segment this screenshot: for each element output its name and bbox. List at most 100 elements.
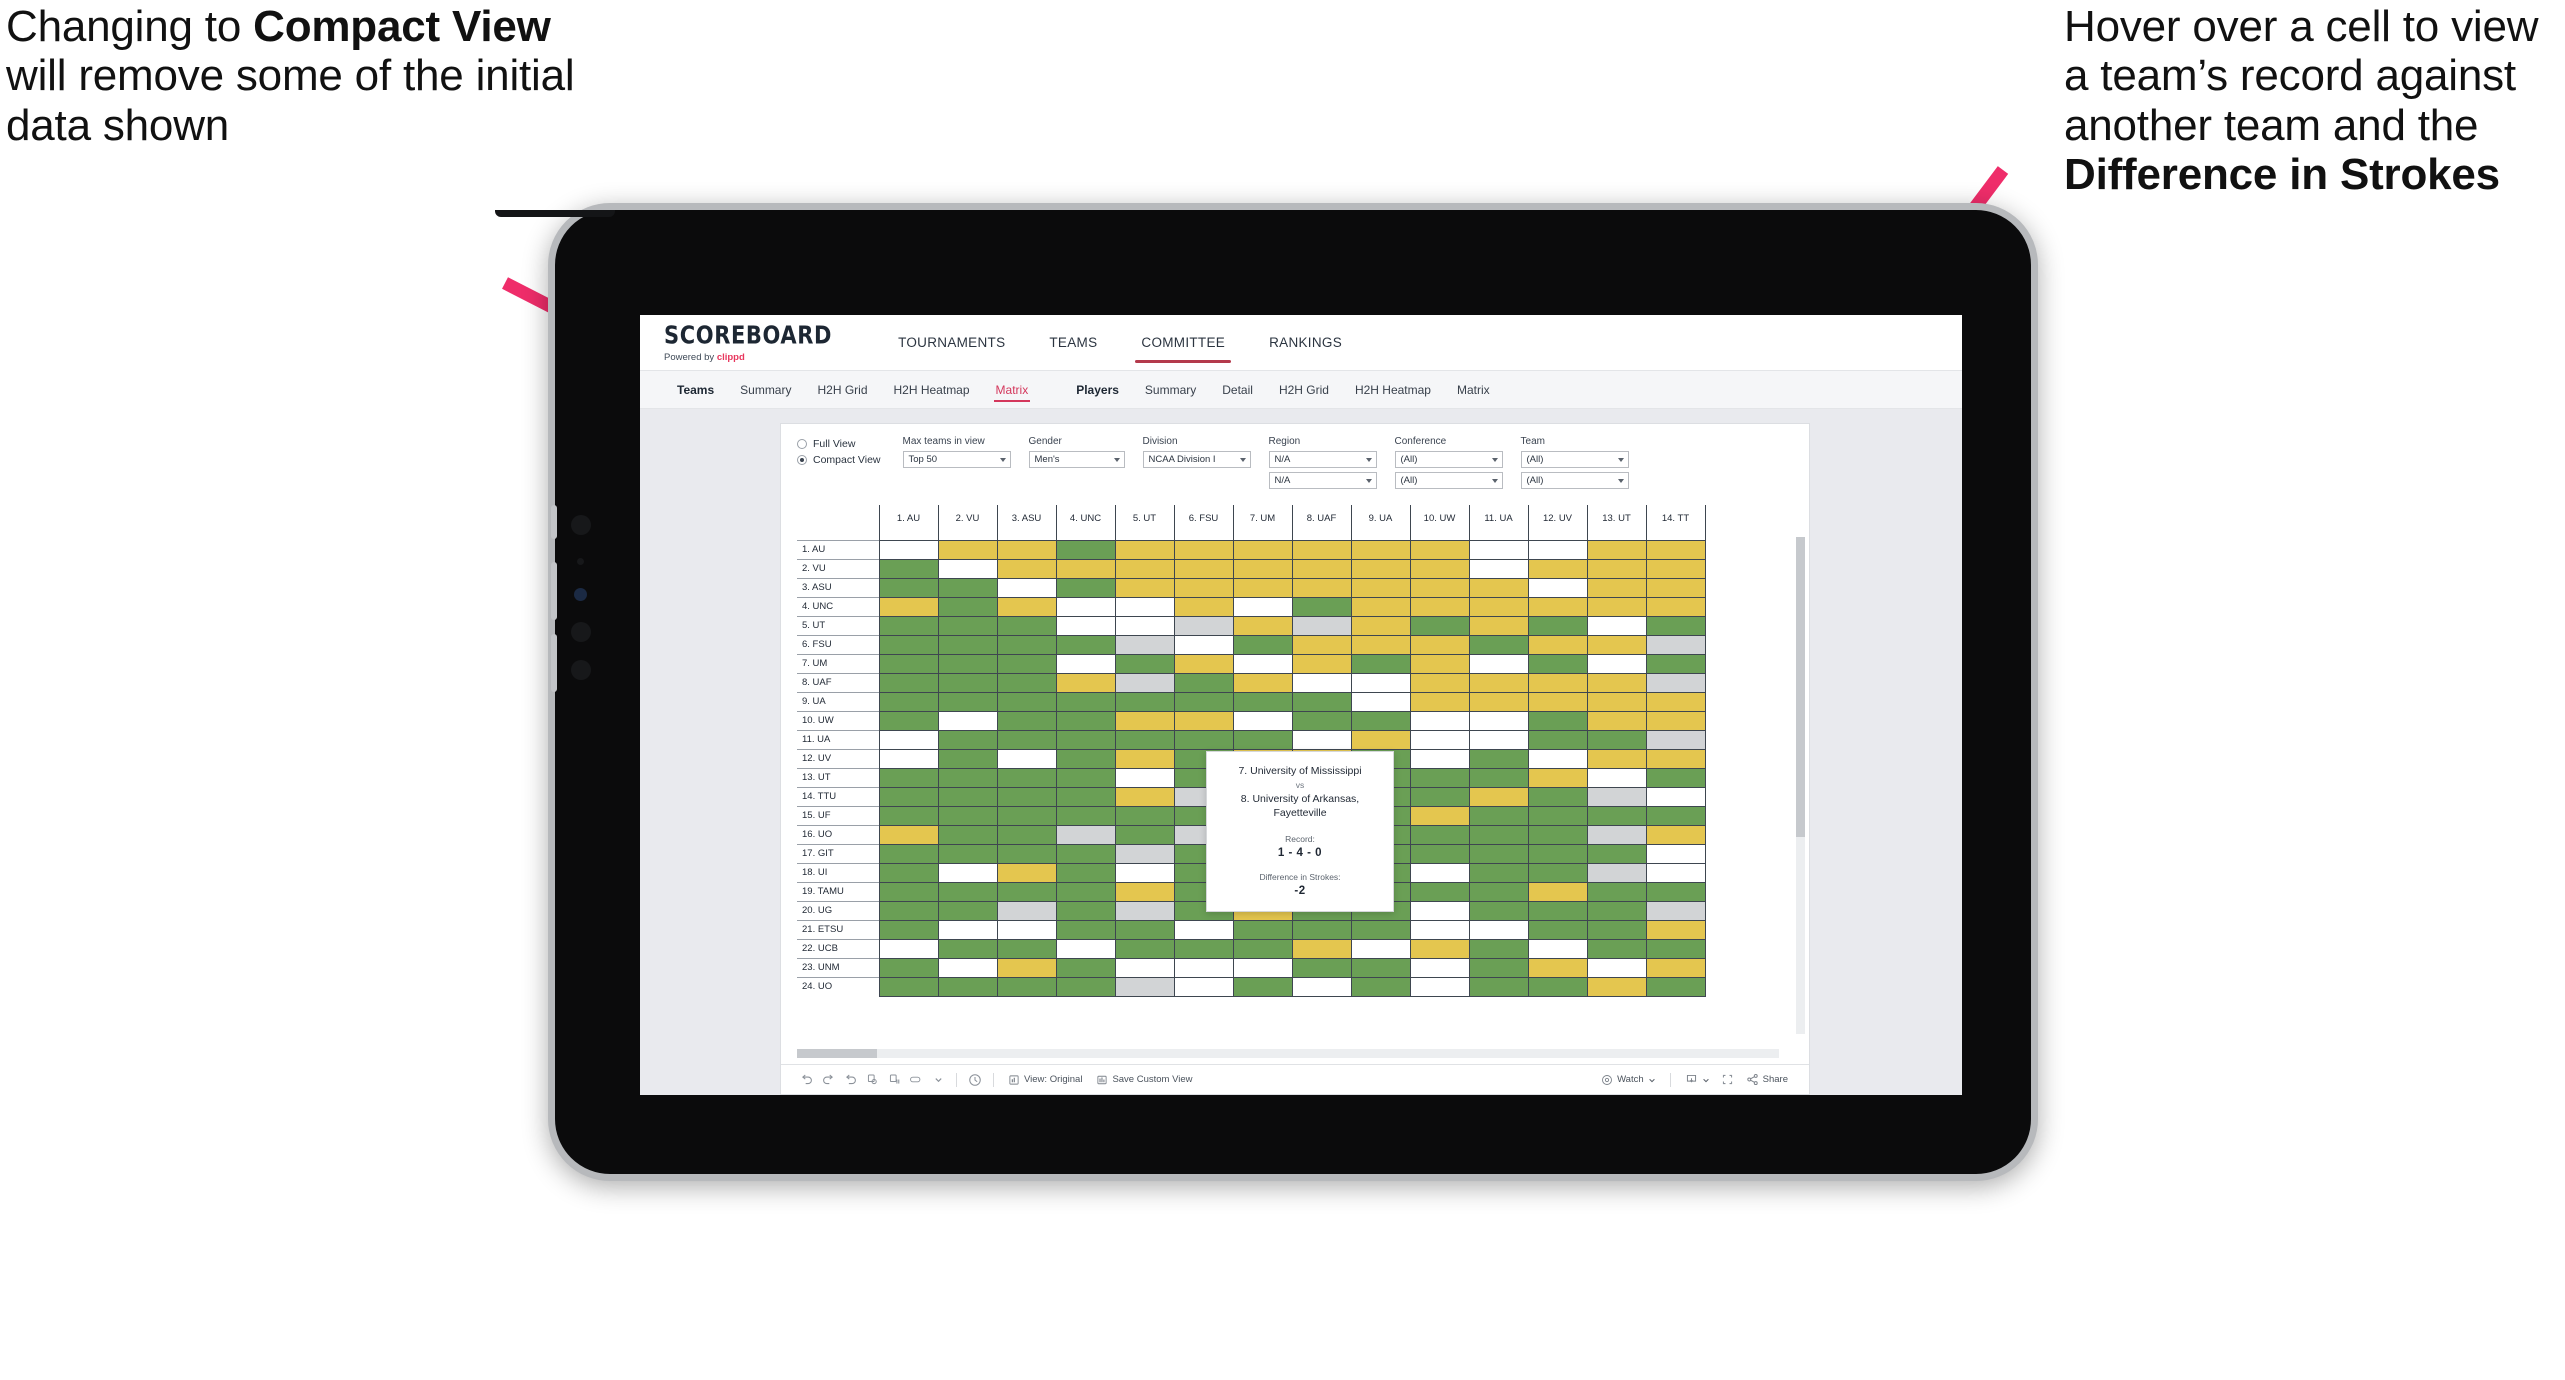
- matrix-cell[interactable]: [878, 558, 939, 578]
- matrix-cell[interactable]: [1468, 558, 1529, 578]
- matrix-cell[interactable]: [1409, 881, 1470, 901]
- matrix-cell[interactable]: [1645, 672, 1706, 692]
- matrix-row-header[interactable]: 7. UM: [797, 653, 879, 673]
- matrix-cell[interactable]: [1055, 881, 1116, 901]
- matrix-cell[interactable]: [1409, 729, 1470, 749]
- matrix-cell[interactable]: [1527, 634, 1588, 654]
- matrix-cell[interactable]: [1527, 577, 1588, 597]
- matrix-cell[interactable]: [1645, 957, 1706, 977]
- matrix-cell[interactable]: [1114, 729, 1175, 749]
- matrix-cell[interactable]: [1173, 596, 1234, 616]
- matrix-cell[interactable]: [1586, 539, 1647, 559]
- matrix-cell[interactable]: [1350, 710, 1411, 730]
- matrix-cell[interactable]: [1645, 729, 1706, 749]
- matrix-cell[interactable]: [1409, 672, 1470, 692]
- matrix-cell[interactable]: [1409, 843, 1470, 863]
- matrix-row-header[interactable]: 4. UNC: [797, 596, 879, 616]
- matrix-cell[interactable]: [878, 957, 939, 977]
- matrix-cell[interactable]: [1645, 786, 1706, 806]
- matrix-row-header[interactable]: 13. UT: [797, 767, 879, 787]
- fullscreen-icon[interactable]: [1717, 1069, 1739, 1091]
- matrix-cell[interactable]: [1468, 634, 1529, 654]
- matrix-cell[interactable]: [937, 653, 998, 673]
- matrix-cell[interactable]: [1114, 615, 1175, 635]
- matrix-row-header[interactable]: 12. UV: [797, 748, 879, 768]
- matrix-cell[interactable]: [937, 577, 998, 597]
- matrix-column-header[interactable]: 8. UAF: [1291, 505, 1352, 531]
- matrix-cell[interactable]: [996, 805, 1057, 825]
- matrix-cell[interactable]: [1586, 881, 1647, 901]
- select-conference-secondary[interactable]: (All): [1394, 472, 1503, 489]
- matrix-cell[interactable]: [996, 672, 1057, 692]
- matrix-cell[interactable]: [1409, 938, 1470, 958]
- matrix-cell[interactable]: [878, 729, 939, 749]
- matrix-cell[interactable]: [1055, 957, 1116, 977]
- matrix-cell[interactable]: [1527, 900, 1588, 920]
- subtab-players-summary[interactable]: Summary: [1132, 371, 1209, 408]
- matrix-column-header[interactable]: 3. ASU: [996, 505, 1057, 531]
- matrix-cell[interactable]: [1055, 691, 1116, 711]
- matrix-cell[interactable]: [1173, 558, 1234, 578]
- radio-compact-view[interactable]: Compact View: [797, 454, 881, 466]
- matrix-cell[interactable]: [937, 786, 998, 806]
- matrix-cell[interactable]: [1055, 862, 1116, 882]
- matrix-cell[interactable]: [937, 691, 998, 711]
- select-team-secondary[interactable]: (All): [1520, 472, 1629, 489]
- matrix-cell[interactable]: [1527, 767, 1588, 787]
- matrix-cell[interactable]: [1468, 710, 1529, 730]
- matrix-cell[interactable]: [996, 596, 1057, 616]
- matrix-cell[interactable]: [1055, 634, 1116, 654]
- matrix-cell[interactable]: [1291, 672, 1352, 692]
- matrix-cell[interactable]: [1114, 862, 1175, 882]
- pause-auto-update-icon[interactable]: [883, 1069, 905, 1091]
- matrix-cell[interactable]: [1468, 805, 1529, 825]
- matrix-cell[interactable]: [996, 900, 1057, 920]
- matrix-cell[interactable]: [937, 558, 998, 578]
- matrix-cell[interactable]: [1114, 957, 1175, 977]
- matrix-cell[interactable]: [878, 672, 939, 692]
- matrix-cell[interactable]: [1232, 691, 1293, 711]
- subtab-players-h2h-grid[interactable]: H2H Grid: [1266, 371, 1342, 408]
- subtab-players-group[interactable]: Players: [1063, 371, 1132, 408]
- subtab-players-matrix[interactable]: Matrix: [1444, 371, 1503, 408]
- matrix-cell[interactable]: [878, 805, 939, 825]
- matrix-cell[interactable]: [1527, 729, 1588, 749]
- matrix-horizontal-scroll-thumb[interactable]: [797, 1049, 877, 1058]
- matrix-cell[interactable]: [1586, 862, 1647, 882]
- matrix-cell[interactable]: [1350, 957, 1411, 977]
- matrix-column-header[interactable]: 5. UT: [1114, 505, 1175, 531]
- matrix-cell[interactable]: [1527, 539, 1588, 559]
- matrix-cell[interactable]: [1468, 919, 1529, 939]
- matrix-cell[interactable]: [1645, 615, 1706, 635]
- matrix-cell[interactable]: [996, 729, 1057, 749]
- matrix-cell[interactable]: [1409, 805, 1470, 825]
- matrix-cell[interactable]: [1350, 672, 1411, 692]
- matrix-cell[interactable]: [1645, 748, 1706, 768]
- matrix-cell[interactable]: [1055, 976, 1116, 997]
- matrix-cell[interactable]: [1350, 596, 1411, 616]
- matrix-cell[interactable]: [1645, 976, 1706, 997]
- matrix-cell[interactable]: [1350, 691, 1411, 711]
- matrix-cell[interactable]: [878, 615, 939, 635]
- matrix-cell[interactable]: [1291, 596, 1352, 616]
- matrix-cell[interactable]: [1645, 691, 1706, 711]
- matrix-cell[interactable]: [1468, 862, 1529, 882]
- matrix-cell[interactable]: [1645, 900, 1706, 920]
- tablet-side-button-volume-up[interactable]: [551, 562, 557, 620]
- matrix-cell[interactable]: [1409, 710, 1470, 730]
- matrix-cell[interactable]: [1173, 653, 1234, 673]
- matrix-cell[interactable]: [1232, 938, 1293, 958]
- matrix-cell[interactable]: [1055, 767, 1116, 787]
- matrix-cell[interactable]: [1586, 672, 1647, 692]
- matrix-cell[interactable]: [937, 900, 998, 920]
- matrix-cell[interactable]: [996, 653, 1057, 673]
- matrix-cell[interactable]: [1114, 919, 1175, 939]
- matrix-cell[interactable]: [1586, 634, 1647, 654]
- matrix-cell[interactable]: [996, 824, 1057, 844]
- matrix-cell[interactable]: [1586, 824, 1647, 844]
- matrix-cell[interactable]: [1055, 919, 1116, 939]
- matrix-cell[interactable]: [996, 976, 1057, 997]
- matrix-cell[interactable]: [1586, 691, 1647, 711]
- matrix-row-header[interactable]: 16. UO: [797, 824, 879, 844]
- matrix-cell[interactable]: [1645, 558, 1706, 578]
